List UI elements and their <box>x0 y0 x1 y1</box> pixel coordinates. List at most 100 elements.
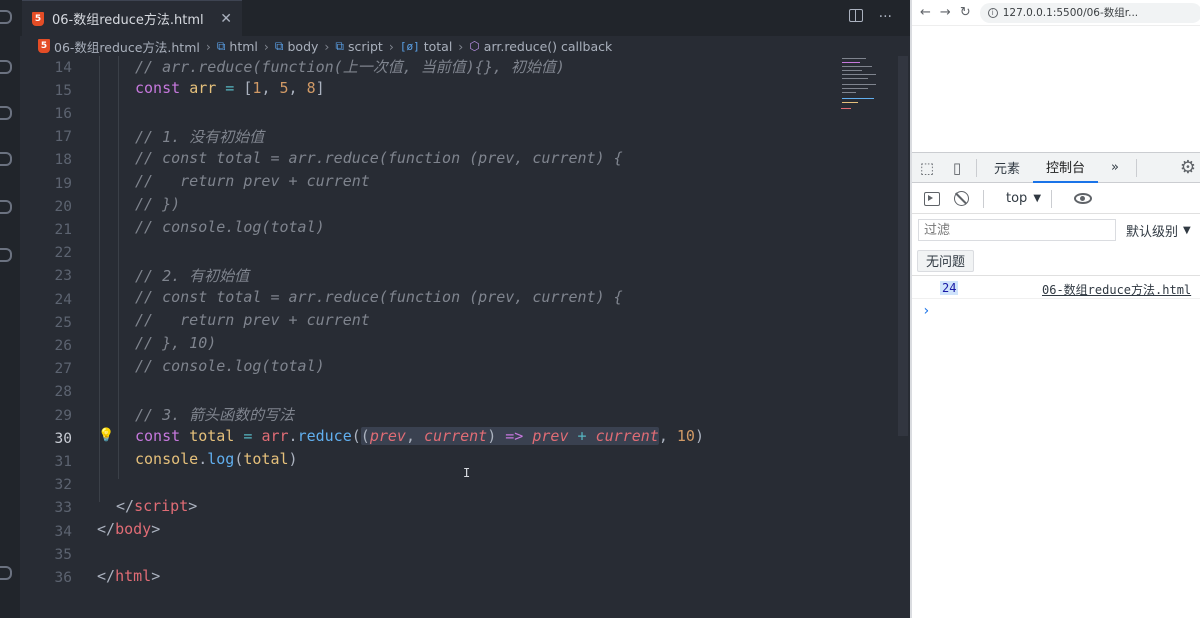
parameter: prev <box>532 427 569 445</box>
line-number-row: 28 <box>20 381 840 404</box>
minimap-line <box>842 74 876 75</box>
code-line-20: // }) <box>135 195 181 213</box>
code-line-33: </script> <box>116 497 197 515</box>
tab-06-reduce-html[interactable]: 5 06-数组reduce方法.html ✕ <box>22 0 242 36</box>
forward-icon[interactable]: → <box>940 5 951 20</box>
lightbulb-icon[interactable]: 💡 <box>98 428 114 443</box>
console-prompt-icon[interactable]: › <box>922 303 930 319</box>
minimap-line <box>842 92 856 93</box>
line-number: 36 <box>54 569 72 586</box>
variable: arr <box>189 79 217 97</box>
source-control-icon[interactable] <box>0 106 12 120</box>
chevron-right-icon: › <box>458 38 464 54</box>
tab-title: 06-数组reduce方法.html <box>52 13 204 28</box>
code-line-25: // return prev + current <box>135 311 370 329</box>
tag-name: script <box>134 497 189 515</box>
devtools-panel: ⬚ ▯ 元素 控制台 » ⚙ top ▼ 默认级别 ▼ <box>912 152 1200 618</box>
minimap-line <box>841 108 851 109</box>
tab-console[interactable]: 控制台 <box>1033 153 1099 183</box>
line-number: 16 <box>54 105 72 122</box>
split-editor-icon[interactable] <box>848 9 863 22</box>
tab-elements[interactable]: 元素 <box>981 153 1033 183</box>
number: 5 <box>279 79 289 97</box>
paren: ) <box>487 427 497 445</box>
minimap-line <box>842 88 868 89</box>
line-number: 30 <box>54 430 72 447</box>
line-number: 20 <box>54 198 72 215</box>
more-actions-icon[interactable]: ··· <box>879 9 892 25</box>
issues-row: 无问题 <box>912 246 1200 276</box>
line-number: 15 <box>54 82 72 99</box>
code-line-29: // 3. 箭头函数的写法 <box>135 406 295 424</box>
gear-icon[interactable]: ⚙ <box>1180 157 1196 178</box>
back-icon[interactable]: ← <box>920 5 931 20</box>
run-debug-icon[interactable] <box>0 152 12 166</box>
vertical-scrollbar[interactable] <box>898 56 908 436</box>
parameter: current <box>424 427 488 445</box>
line-number: 35 <box>54 546 72 563</box>
browser-window: ← → ↻ i 127.0.0.1:5500/06-数组r... ⬚ ▯ 元素 … <box>910 0 1200 618</box>
clear-console-icon[interactable] <box>954 191 969 206</box>
dropdown-triangle-icon: ▼ <box>1183 224 1191 236</box>
code-line-23: // 2. 有初始值 <box>135 267 250 285</box>
remote-icon[interactable] <box>0 248 12 262</box>
console-toolbar: top ▼ <box>912 184 1200 214</box>
element-icon: ⧉ <box>216 38 226 53</box>
line-number: 26 <box>54 337 72 354</box>
function-name: reduce <box>297 427 352 445</box>
log-source-link[interactable]: 06-数组reduce方法.html <box>1042 281 1191 298</box>
breadcrumb: 5 06-数组reduce方法.html › ⧉ html › ⧉ body ›… <box>20 36 910 56</box>
search-icon[interactable] <box>0 60 12 74</box>
breadcrumb-total[interactable]: total <box>424 39 453 54</box>
close-tab-icon[interactable]: ✕ <box>220 11 232 27</box>
code-line-24: // const total = arr.reduce(function (pr… <box>135 288 623 306</box>
reload-icon[interactable]: ↻ <box>960 5 971 20</box>
console-message: 24 06-数组reduce方法.html <box>912 277 1200 299</box>
address-bar[interactable]: i 127.0.0.1:5500/06-数组r... <box>979 2 1200 23</box>
extensions-icon[interactable] <box>0 200 12 214</box>
tag-bracket: > <box>151 567 161 585</box>
breadcrumb-html[interactable]: html <box>229 39 257 54</box>
tag-name: html <box>115 567 152 585</box>
operator: = <box>216 79 244 97</box>
code-line-17: // 1. 没有初始值 <box>135 128 265 146</box>
live-expression-eye-icon[interactable] <box>1074 193 1093 204</box>
comma: , <box>658 427 677 445</box>
code-area[interactable]: 14 15 16 17 18 19 20 21 22 23 24 25 26 27 28 29 30 31 32 33… <box>20 56 840 618</box>
info-icon[interactable]: i <box>987 7 998 18</box>
issues-button[interactable]: 无问题 <box>917 249 975 272</box>
log-value[interactable]: 24 <box>940 281 959 295</box>
keyword: const <box>135 427 181 445</box>
filter-row: 默认级别 ▼ <box>912 215 1200 245</box>
comma: , <box>405 427 424 445</box>
breadcrumb-callback[interactable]: arr.reduce() callback <box>484 39 612 54</box>
line-number: 21 <box>54 221 72 238</box>
selection-highlight: (prev, current) => prev + current <box>360 427 659 445</box>
operator: + <box>568 427 596 445</box>
browser-toolbar: ← → ↻ i 127.0.0.1:5500/06-数组r... <box>912 0 1200 26</box>
object: arr <box>261 427 289 445</box>
paren: ) <box>694 427 704 445</box>
minimap[interactable] <box>840 56 896 156</box>
log-level-dropdown[interactable]: 默认级别 ▼ <box>1126 221 1191 240</box>
device-toolbar-icon[interactable]: ▯ <box>942 153 972 183</box>
context-selector[interactable]: top ▼ <box>1006 191 1041 206</box>
paren: ) <box>288 450 298 468</box>
inspect-element-icon[interactable]: ⬚ <box>912 153 942 183</box>
chevron-right-icon: › <box>205 38 211 54</box>
breadcrumb-file[interactable]: 06-数组reduce方法.html <box>54 37 200 56</box>
url-text: 127.0.0.1:5500/06-数组r... <box>1002 7 1139 19</box>
dot: . <box>288 427 298 445</box>
breadcrumb-script[interactable]: script <box>348 39 383 54</box>
code-line-26: // }, 10) <box>135 334 217 352</box>
console-sidebar-icon[interactable] <box>924 191 940 206</box>
account-icon[interactable] <box>0 566 12 580</box>
line-number: 14 <box>54 59 72 76</box>
filter-input[interactable] <box>918 219 1116 241</box>
explorer-icon[interactable] <box>0 10 12 24</box>
more-tabs-icon[interactable]: » <box>1098 153 1132 183</box>
code-line-18: // const total = arr.reduce(function (pr… <box>135 149 623 167</box>
arrow: => <box>496 427 533 445</box>
editor-actions: ··· <box>848 9 892 25</box>
breadcrumb-body[interactable]: body <box>287 39 318 54</box>
